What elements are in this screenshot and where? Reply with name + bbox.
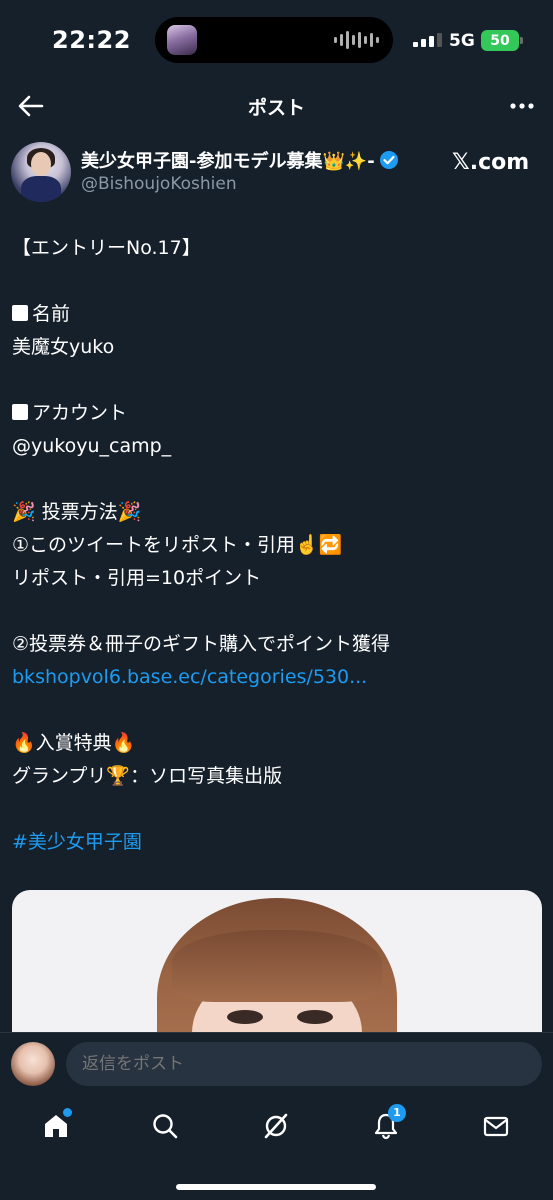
status-bar: 22:22 5G 50: [0, 0, 553, 80]
verified-badge-icon: [379, 151, 398, 169]
square-bullet-icon: [12, 404, 28, 420]
more-options-button[interactable]: [507, 92, 537, 120]
tweet-link[interactable]: bkshopvol6.base.ec/categories/530...: [12, 661, 542, 694]
nav-messages[interactable]: [476, 1106, 516, 1146]
tweet-line: 🔥入賞特典🔥: [12, 732, 136, 754]
source-label: 𝕏.com: [452, 150, 530, 175]
cellular-signal-icon: [413, 31, 442, 47]
audio-waveform-icon: [334, 30, 379, 50]
home-new-indicator: [63, 1108, 72, 1117]
nav-notifications[interactable]: 1: [366, 1104, 406, 1146]
grok-icon: [264, 1113, 288, 1139]
tweet-line: リポスト・引用=10ポイント: [12, 567, 262, 589]
mail-icon: [483, 1116, 509, 1137]
reply-input[interactable]: [66, 1042, 542, 1086]
network-type: 5G: [449, 31, 475, 51]
current-user-avatar[interactable]: [11, 1042, 55, 1086]
avatar-body: [21, 176, 61, 202]
tweet-line: 名前: [12, 298, 542, 331]
status-time: 22:22: [52, 26, 131, 54]
tweet-line: グランプリ🏆：ソロ写真集出版: [12, 765, 283, 787]
battery-level: 50: [490, 32, 510, 49]
reply-bar: [0, 1032, 553, 1094]
author-handle[interactable]: @BishoujoKoshien: [81, 174, 237, 194]
bottom-nav: 1: [0, 1094, 553, 1164]
post-header: ポスト: [0, 80, 553, 132]
tweet-line: 美魔女yuko: [12, 336, 115, 358]
battery-icon: 50: [481, 30, 519, 51]
author-name: 美少女甲子園-参加モデル募集👑✨-: [81, 151, 375, 172]
nav-search[interactable]: [145, 1106, 185, 1146]
photo-eye: [227, 1010, 263, 1024]
search-icon: [153, 1114, 178, 1139]
tweet-text: 【エントリーNo.17】 名前 美魔女yuko アカウント @yukoyu_ca…: [12, 232, 542, 859]
tweet-line: ②投票券＆冊子のギフト購入でポイント獲得: [12, 633, 391, 655]
battery-cap: [520, 37, 523, 44]
avatar-face: [31, 152, 51, 176]
tweet-line: アカウント: [12, 397, 542, 430]
tweet-line-text: 名前: [32, 303, 71, 325]
nav-home[interactable]: [36, 1106, 76, 1146]
tweet-line: 【エントリーNo.17】: [12, 237, 201, 259]
now-playing-artwork: [167, 25, 197, 55]
more-horizontal-icon: [510, 103, 534, 109]
tweet-line: @yukoyu_camp_: [12, 435, 172, 457]
photo-bangs: [172, 930, 382, 1002]
photo-eye: [297, 1010, 333, 1024]
home-indicator[interactable]: [176, 1184, 376, 1190]
notification-count-badge: 1: [388, 1104, 406, 1122]
dynamic-island[interactable]: [155, 17, 393, 63]
tweet-hashtag[interactable]: #美少女甲子園: [12, 826, 542, 859]
author-name-row[interactable]: 美少女甲子園-参加モデル募集👑✨-: [81, 147, 399, 173]
nav-grok[interactable]: [256, 1106, 296, 1146]
tweet-line: 🎉 投票方法🎉: [12, 501, 142, 523]
page-title: ポスト: [247, 97, 305, 119]
author-avatar[interactable]: [11, 142, 71, 202]
square-bullet-icon: [12, 305, 28, 321]
tweet-line-text: アカウント: [32, 402, 128, 424]
tweet-photo[interactable]: [12, 890, 542, 1035]
tweet-line: ①このツイートをリポスト・引用☝️🔁: [12, 534, 343, 556]
